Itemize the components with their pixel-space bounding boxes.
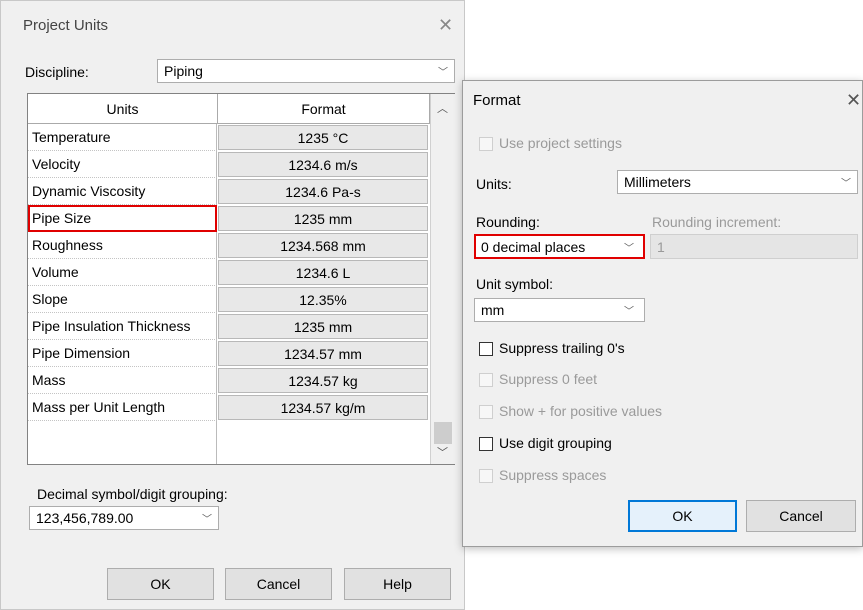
chevron-down-icon: ﹀ [438,67,448,79]
chevron-down-icon: ﹀ [202,514,212,526]
digit-grouping-label: Use digit grouping [499,435,612,451]
suppress-feet-checkbox[interactable] [479,373,493,387]
format-button[interactable]: 1234.568 mm [218,233,428,258]
chevron-down-icon: ﹀ [841,178,851,190]
unit-name-cell[interactable]: Mass per Unit Length [28,394,217,421]
rounding-select[interactable]: 0 decimal places ﹀ [474,234,645,259]
table-row[interactable]: Velocity 1234.6 m/s [28,151,430,178]
format-button[interactable]: 1235 mm [218,206,428,231]
dialog-title: Format [473,92,521,109]
digit-grouping-checkbox[interactable] [479,437,493,451]
show-plus-label: Show + for positive values [499,403,663,419]
units-table: Units Format Temperature 1235 °C Velocity 1… [27,93,455,465]
format-button[interactable]: 12.35% [218,287,428,312]
format-button[interactable]: 1235 mm [218,314,428,339]
table-row[interactable]: Pipe Insulation Thickness 1235 mm [28,313,430,340]
unit-symbol-select[interactable]: mm ﹀ [474,298,645,322]
format-button[interactable]: 1234.57 kg/m [218,395,428,420]
unit-name-cell[interactable]: Pipe Size [28,205,217,232]
vertical-scrollbar[interactable]: ︿ ﹀ [430,94,455,464]
format-button[interactable]: 1234.57 kg [218,368,428,393]
format-button[interactable]: 1234.57 mm [218,341,428,366]
rounding-increment-input[interactable]: 1 [650,234,858,259]
ok-button[interactable]: OK [628,500,737,532]
unit-name-cell[interactable]: Mass [28,367,217,394]
unit-name-cell[interactable]: Pipe Insulation Thickness [28,313,217,340]
discipline-label: Discipline: [25,64,89,80]
rounding-value: 0 decimal places [481,238,586,255]
cancel-button[interactable]: Cancel [746,500,856,532]
rounding-label: Rounding: [476,214,540,230]
table-row[interactable]: Roughness 1234.568 mm [28,232,430,259]
unit-symbol-label: Unit symbol: [476,276,554,292]
units-value: Millimeters [624,174,691,190]
scrollbar-thumb[interactable] [434,422,452,444]
unit-symbol-value: mm [481,302,505,318]
chevron-up-icon[interactable]: ︿ [437,100,448,116]
table-row-empty [28,421,430,464]
format-dialog: Format ✕ Use project settings Units: Mil… [462,80,863,547]
project-units-dialog: Project Units ✕ Discipline: Piping ﹀ Uni… [0,0,465,610]
suppress-spaces-label: Suppress spaces [499,467,607,483]
use-project-settings-checkbox[interactable] [479,137,493,151]
discipline-value: Piping [164,63,203,79]
show-plus-checkbox[interactable] [479,405,493,419]
suppress-trailing-checkbox[interactable] [479,342,493,356]
column-header-units[interactable]: Units [28,94,218,124]
suppress-spaces-checkbox[interactable] [479,469,493,483]
dialog-title: Project Units [23,17,109,34]
suppress-trailing-label: Suppress trailing 0's [499,340,625,356]
help-button[interactable]: Help [344,568,451,600]
unit-name-cell[interactable]: Temperature [28,124,217,151]
format-button[interactable]: 1234.6 L [218,260,428,285]
format-button[interactable]: 1235 °C [218,125,428,150]
unit-name-cell[interactable]: Dynamic Viscosity [28,178,217,205]
table-row[interactable]: Mass 1234.57 kg [28,367,430,394]
cancel-button[interactable]: Cancel [225,568,332,600]
table-row[interactable]: Slope 12.35% [28,286,430,313]
table-row[interactable]: Pipe Dimension 1234.57 mm [28,340,430,367]
decimal-symbol-label: Decimal symbol/digit grouping: [37,486,228,502]
table-row[interactable]: Pipe Size 1235 mm [28,205,430,232]
table-row[interactable]: Mass per Unit Length 1234.57 kg/m [28,394,430,421]
close-icon[interactable]: ✕ [846,91,861,109]
use-project-settings-label: Use project settings [499,135,622,151]
rounding-increment-value: 1 [657,238,665,255]
unit-name-cell[interactable]: Roughness [28,232,217,259]
format-button[interactable]: 1234.6 m/s [218,152,428,177]
unit-name-cell[interactable]: Pipe Dimension [28,340,217,367]
chevron-down-icon[interactable]: ﹀ [437,444,448,460]
table-row[interactable]: Temperature 1235 °C [28,124,430,151]
unit-name-cell[interactable]: Velocity [28,151,217,178]
unit-name-cell[interactable]: Volume [28,259,217,286]
units-select[interactable]: Millimeters ﹀ [617,170,858,194]
table-row[interactable]: Volume 1234.6 L [28,259,430,286]
ok-button[interactable]: OK [107,568,214,600]
close-icon[interactable]: ✕ [438,16,453,34]
discipline-select[interactable]: Piping ﹀ [157,59,455,83]
chevron-down-icon: ﹀ [624,306,634,318]
suppress-feet-label: Suppress 0 feet [499,371,598,387]
table-row[interactable]: Dynamic Viscosity 1234.6 Pa-s [28,178,430,205]
column-header-format[interactable]: Format [218,94,430,124]
unit-name-cell[interactable]: Slope [28,286,217,313]
decimal-symbol-value: 123,456,789.00 [36,510,134,526]
format-button[interactable]: 1234.6 Pa-s [218,179,428,204]
decimal-symbol-select[interactable]: 123,456,789.00 ﹀ [29,506,219,530]
chevron-down-icon: ﹀ [624,243,634,254]
units-label: Units: [476,176,512,192]
rounding-increment-label: Rounding increment: [652,214,782,230]
